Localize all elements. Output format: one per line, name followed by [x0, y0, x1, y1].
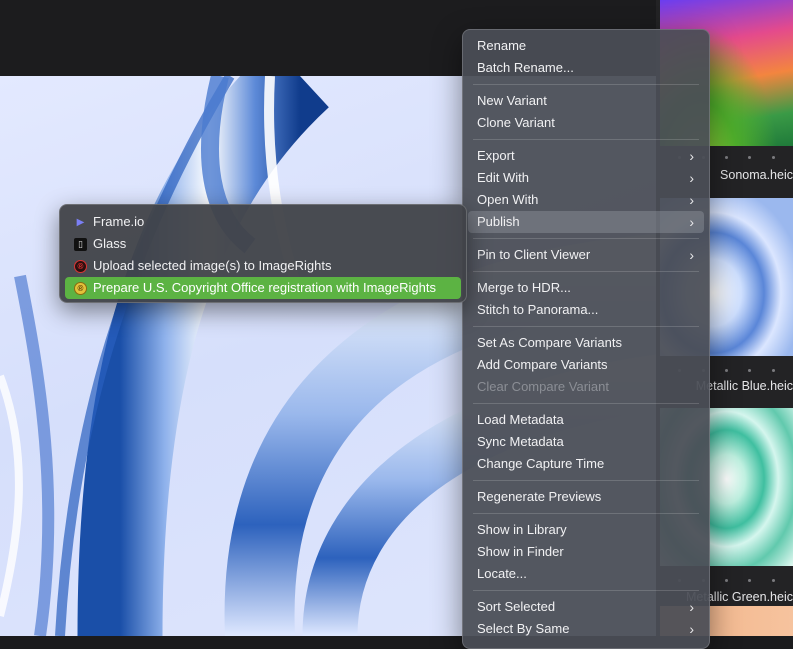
- menu-item-show-in-library[interactable]: Show in Library: [468, 519, 704, 541]
- menu-item-publish[interactable]: Publish ›: [468, 211, 704, 233]
- imagerights-copyright-icon: ®: [74, 282, 87, 295]
- submenu-item-label: Glass: [93, 236, 127, 251]
- menu-item-label: New Variant: [477, 93, 547, 108]
- context-menu: Rename Batch Rename... New Variant Clone…: [462, 29, 710, 649]
- publish-submenu: ▶ Frame.io ▯ Glass ® Upload selected ima…: [59, 204, 467, 303]
- submenu-item-label: Prepare U.S. Copyright Office registrati…: [93, 280, 436, 295]
- frameio-icon: ▶: [76, 217, 85, 228]
- menu-item-label: Regenerate Previews: [477, 489, 602, 504]
- menu-separator: [473, 84, 699, 85]
- menu-item-label: Stitch to Panorama...: [477, 302, 599, 317]
- menu-item-clone-variant[interactable]: Clone Variant: [468, 112, 704, 134]
- menu-item-label: Sort Selected: [477, 599, 556, 614]
- menu-item-label: Change Capture Time: [477, 456, 605, 471]
- menu-item-rename[interactable]: Rename: [468, 35, 704, 57]
- menu-item-label: Set As Compare Variants: [477, 335, 622, 350]
- menu-item-label: Merge to HDR...: [477, 280, 571, 295]
- menu-item-export[interactable]: Export ›: [468, 145, 704, 167]
- chevron-right-icon: ›: [689, 192, 694, 208]
- menu-item-sort-selected[interactable]: Sort Selected ›: [468, 596, 704, 618]
- menu-separator: [473, 139, 699, 140]
- menu-item-label: Export: [477, 148, 515, 163]
- submenu-item-copyright-registration[interactable]: ® Prepare U.S. Copyright Office registra…: [65, 277, 461, 299]
- menu-item-pin-to-client-viewer[interactable]: Pin to Client Viewer ›: [468, 244, 704, 266]
- submenu-item-label: Upload selected image(s) to ImageRights: [93, 258, 332, 273]
- menu-item-label: Add Compare Variants: [477, 357, 608, 372]
- chevron-right-icon: ›: [689, 214, 694, 230]
- menu-item-clear-compare-variant: Clear Compare Variant: [468, 376, 704, 398]
- submenu-item-label: Frame.io: [93, 214, 145, 229]
- menu-item-label: Pin to Client Viewer: [477, 247, 591, 262]
- menu-item-label: Show in Finder: [477, 544, 564, 559]
- menu-item-set-as-compare-variants[interactable]: Set As Compare Variants: [468, 332, 704, 354]
- glass-icon: ▯: [74, 238, 87, 251]
- menu-separator: [473, 513, 699, 514]
- menu-item-show-in-finder[interactable]: Show in Finder: [468, 541, 704, 563]
- menu-item-label: Load Metadata: [477, 412, 564, 427]
- menu-item-open-with[interactable]: Open With ›: [468, 189, 704, 211]
- chevron-right-icon: ›: [689, 170, 694, 186]
- menu-separator: [473, 238, 699, 239]
- menu-item-new-variant[interactable]: New Variant: [468, 90, 704, 112]
- menu-item-select-by-same[interactable]: Select By Same ›: [468, 618, 704, 640]
- chevron-right-icon: ›: [689, 621, 694, 637]
- submenu-item-frameio[interactable]: ▶ Frame.io: [65, 211, 461, 233]
- menu-item-label: Rename: [477, 38, 527, 53]
- menu-item-label: Show in Library: [477, 522, 567, 537]
- menu-item-merge-to-hdr[interactable]: Merge to HDR...: [468, 277, 704, 299]
- menu-item-load-metadata[interactable]: Load Metadata: [468, 409, 704, 431]
- menu-item-label: Select By Same: [477, 621, 570, 636]
- menu-separator: [473, 271, 699, 272]
- menu-item-batch-rename[interactable]: Batch Rename...: [468, 57, 704, 79]
- chevron-right-icon: ›: [689, 148, 694, 164]
- submenu-item-glass[interactable]: ▯ Glass: [65, 233, 461, 255]
- menu-item-locate[interactable]: Locate...: [468, 563, 704, 585]
- menu-item-label: Publish: [477, 214, 520, 229]
- imagerights-icon: ®: [74, 260, 87, 273]
- menu-separator: [473, 590, 699, 591]
- submenu-item-upload-imagerights[interactable]: ® Upload selected image(s) to ImageRight…: [65, 255, 461, 277]
- menu-item-edit-with[interactable]: Edit With ›: [468, 167, 704, 189]
- chevron-right-icon: ›: [689, 599, 694, 615]
- menu-item-label: Locate...: [477, 566, 527, 581]
- menu-item-regenerate-previews[interactable]: Regenerate Previews: [468, 486, 704, 508]
- menu-item-stitch-to-panorama[interactable]: Stitch to Panorama...: [468, 299, 704, 321]
- menu-item-add-compare-variants[interactable]: Add Compare Variants: [468, 354, 704, 376]
- menu-separator: [473, 326, 699, 327]
- menu-item-change-capture-time[interactable]: Change Capture Time: [468, 453, 704, 475]
- menu-separator: [473, 480, 699, 481]
- menu-item-label: Open With: [477, 192, 539, 207]
- menu-item-label: Clone Variant: [477, 115, 555, 130]
- menu-item-label: Sync Metadata: [477, 434, 564, 449]
- menu-separator: [473, 403, 699, 404]
- chevron-right-icon: ›: [689, 247, 694, 263]
- menu-item-label: Batch Rename...: [477, 60, 574, 75]
- menu-item-label: Clear Compare Variant: [477, 379, 609, 394]
- menu-item-label: Edit With: [477, 170, 530, 185]
- menu-item-sync-metadata[interactable]: Sync Metadata: [468, 431, 704, 453]
